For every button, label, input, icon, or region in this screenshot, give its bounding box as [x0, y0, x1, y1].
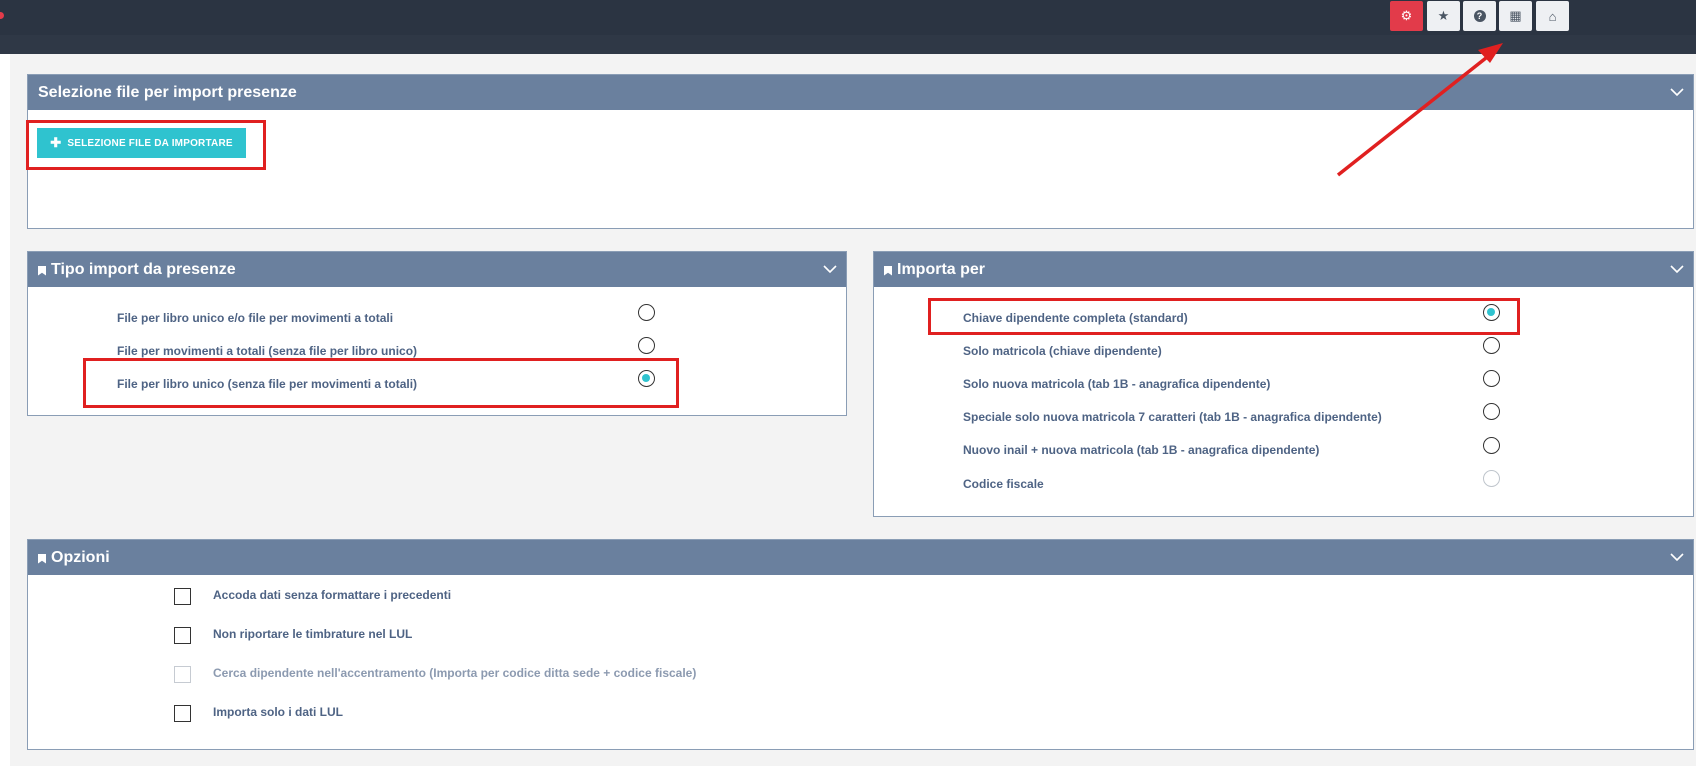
option-checkbox[interactable]	[174, 627, 191, 644]
import-type-radio[interactable]	[638, 304, 655, 321]
import-by-radio-selected[interactable]	[1483, 304, 1500, 321]
options-panel-header: Opzioni	[28, 540, 1693, 575]
import-by-radio[interactable]	[1483, 403, 1500, 420]
chevron-down-icon[interactable]	[1670, 85, 1684, 99]
chevron-down-icon[interactable]	[1670, 550, 1684, 564]
import-type-option-label: File per libro unico (senza file per mov…	[117, 377, 418, 391]
select-file-button[interactable]: ✚ SELEZIONE FILE DA IMPORTARE	[37, 128, 246, 158]
settings-button[interactable]: ⚙	[1390, 1, 1423, 31]
import-by-option-label: Chiave dipendente completa (standard)	[963, 311, 1188, 325]
panel-title: Tipo import da presenze	[51, 260, 236, 278]
bookmark-icon	[884, 265, 892, 276]
import-type-radio[interactable]	[638, 337, 655, 354]
notification-dot	[0, 12, 4, 19]
option-label: Importa solo i dati LUL	[213, 705, 344, 719]
import-by-panel-header: Importa per	[874, 252, 1693, 287]
panel-title: Opzioni	[51, 548, 110, 566]
help-button[interactable]: ?	[1463, 1, 1496, 31]
top-bar: ⚙ ★ ? ▦ ⌂	[0, 0, 1696, 35]
panel-title: Selezione file per import presenze	[38, 83, 297, 101]
import-type-panel-header: Tipo import da presenze	[28, 252, 846, 287]
panel-title: Importa per	[897, 260, 986, 278]
option-label: Non riportare le timbrature nel LUL	[213, 627, 413, 641]
import-by-radio[interactable]	[1483, 437, 1500, 454]
import-by-option-label: Codice fiscale	[963, 477, 1044, 491]
import-type-option-label: File per libro unico e/o file per movime…	[117, 311, 394, 325]
home-button[interactable]: ⌂	[1536, 1, 1569, 31]
import-type-radio-selected[interactable]	[638, 370, 655, 387]
option-checkbox[interactable]	[174, 588, 191, 605]
grid-icon: ▦	[1509, 8, 1522, 23]
import-type-panel: Tipo import da presenze	[27, 251, 847, 416]
option-checkbox-disabled	[174, 666, 191, 683]
help-icon: ?	[1473, 10, 1486, 22]
gear-icon: ⚙	[1400, 8, 1413, 23]
import-by-radio-disabled	[1483, 470, 1500, 487]
import-by-option-label: Speciale solo nuova matricola 7 caratter…	[963, 410, 1382, 424]
select-file-button-label: SELEZIONE FILE DA IMPORTARE	[67, 137, 233, 149]
import-by-option-label: Nuovo inail + nuova matricola (tab 1B - …	[963, 443, 1320, 457]
top-bar-shadow	[0, 35, 1696, 54]
bookmark-icon	[38, 553, 46, 564]
option-label: Accoda dati senza formattare i precedent…	[213, 588, 452, 602]
star-icon: ★	[1437, 8, 1450, 23]
bookmark-icon	[38, 265, 46, 276]
file-selection-panel: Selezione file per import presenze	[27, 74, 1694, 229]
option-label: Cerca dipendente nell'accentramento (Imp…	[213, 666, 697, 680]
import-by-radio[interactable]	[1483, 370, 1500, 387]
apps-button[interactable]: ▦	[1499, 1, 1532, 31]
file-selection-panel-header: Selezione file per import presenze	[28, 75, 1693, 110]
import-type-option-label: File per movimenti a totali (senza file …	[117, 344, 418, 358]
import-by-option-label: Solo nuova matricola (tab 1B - anagrafic…	[963, 377, 1271, 391]
chevron-down-icon[interactable]	[823, 262, 837, 276]
import-by-option-label: Solo matricola (chiave dipendente)	[963, 344, 1162, 358]
option-checkbox[interactable]	[174, 705, 191, 722]
plus-icon: ✚	[50, 135, 62, 150]
import-by-radio[interactable]	[1483, 337, 1500, 354]
home-icon: ⌂	[1548, 8, 1557, 24]
chevron-down-icon[interactable]	[1670, 262, 1684, 276]
favorites-button[interactable]: ★	[1427, 1, 1460, 31]
